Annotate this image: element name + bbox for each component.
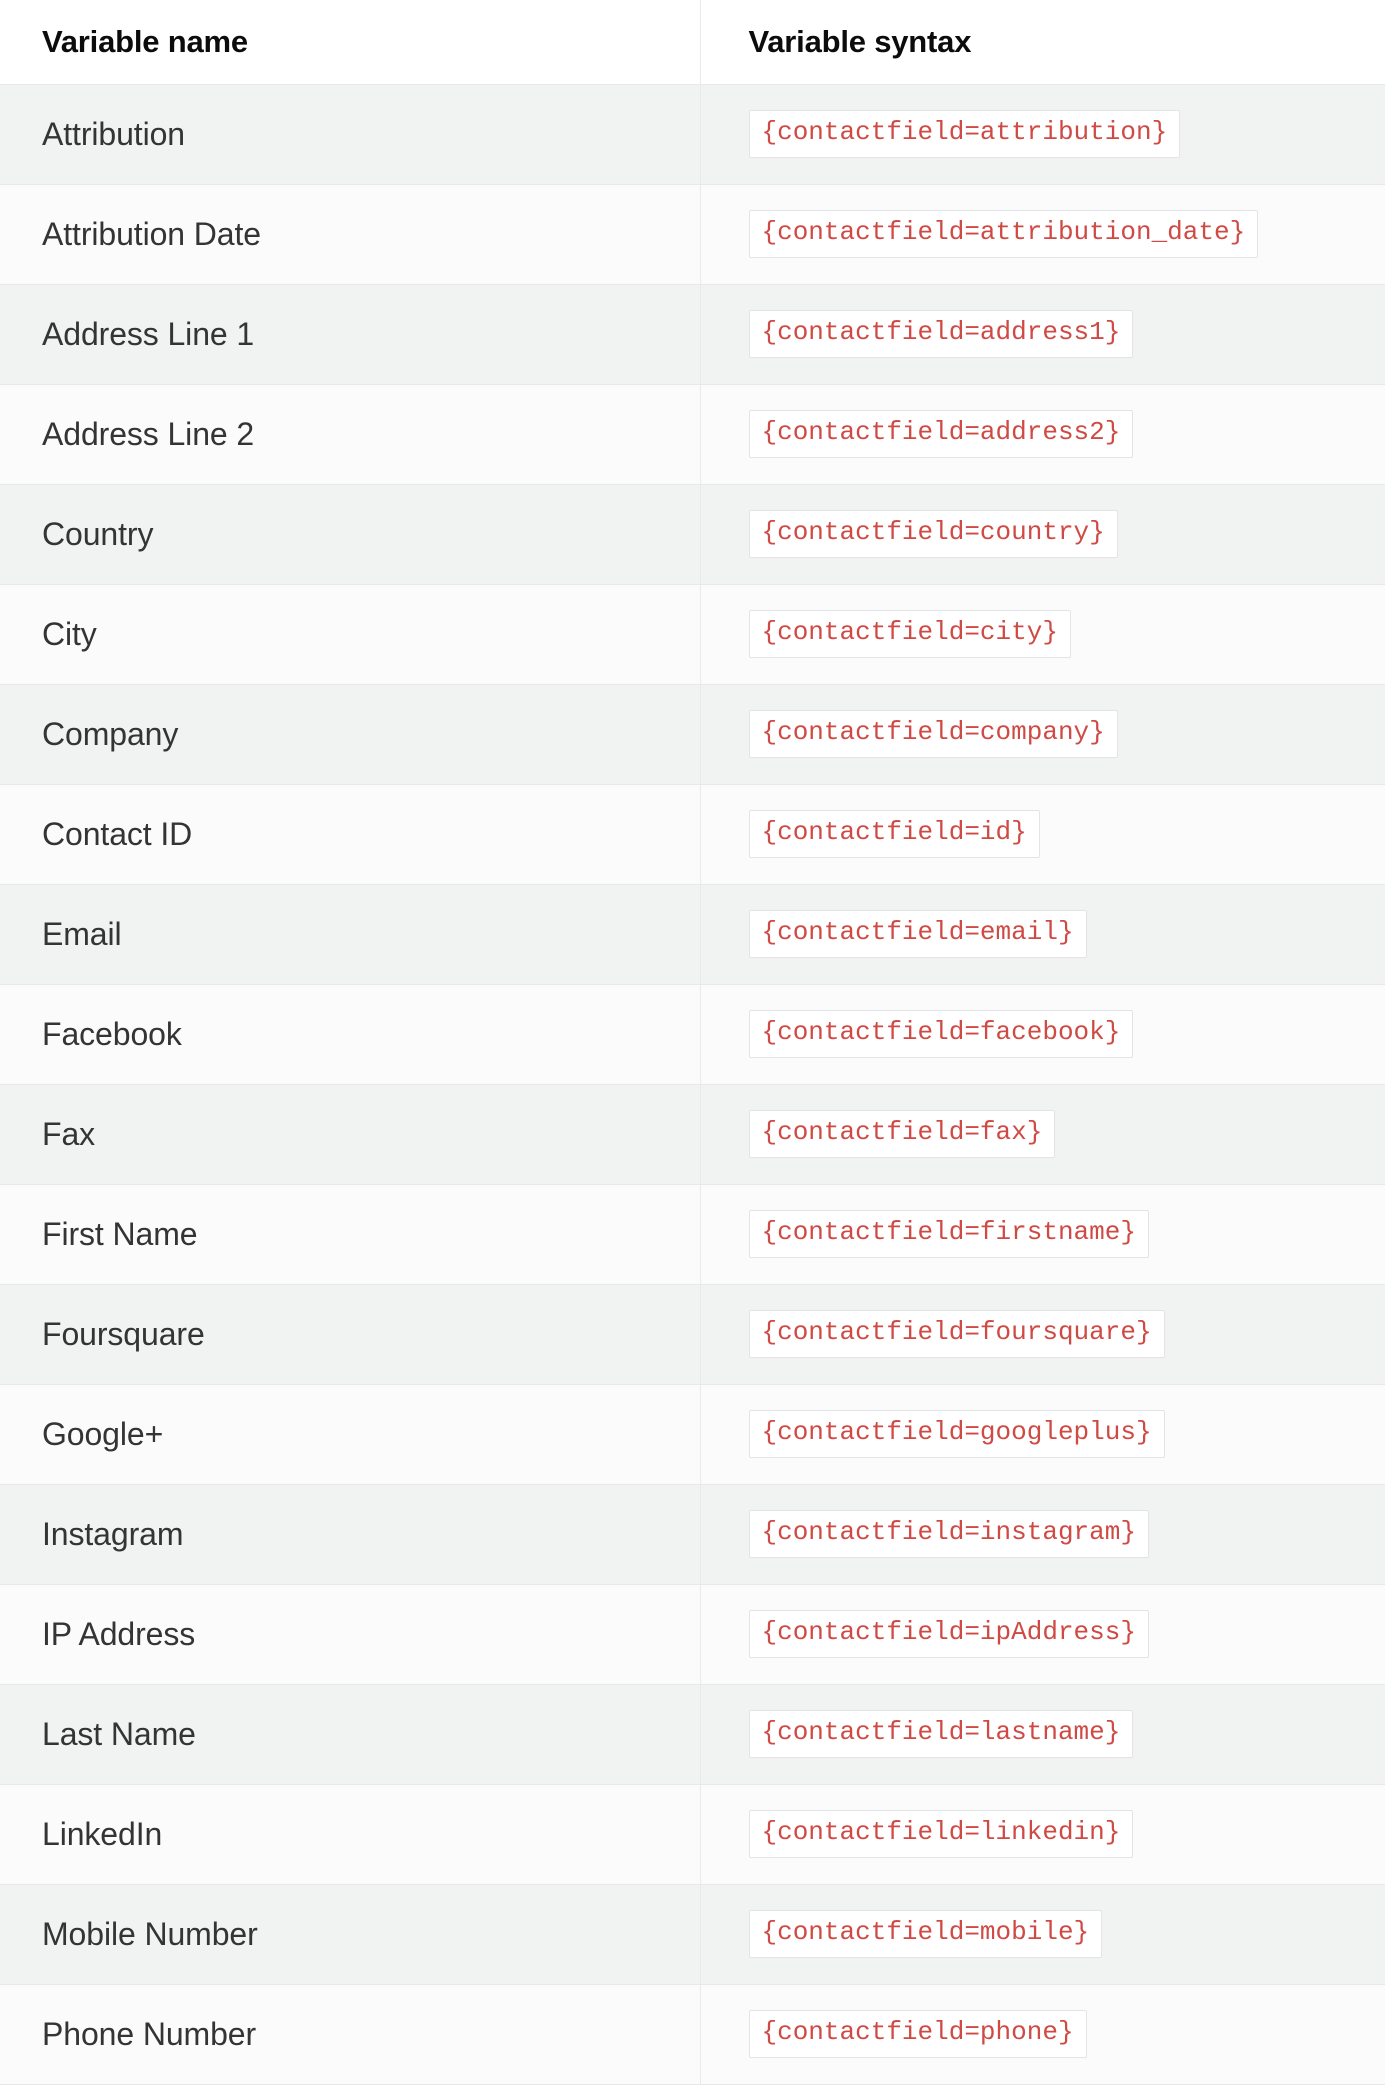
variable-syntax-cell: {contactfield=mobile}	[699, 1884, 1385, 1985]
variable-syntax-code[interactable]: {contactfield=email}	[748, 910, 1087, 958]
variable-syntax-code[interactable]: {contactfield=address1}	[748, 310, 1134, 358]
variable-syntax-code[interactable]: {contactfield=attribution_date}	[748, 210, 1259, 258]
variable-syntax-code[interactable]: {contactfield=fax}	[748, 1110, 1056, 1158]
table-row: Fax {contactfield=fax}	[0, 1084, 1385, 1185]
table-row: Company {contactfield=company}	[0, 684, 1385, 785]
table-row: Email {contactfield=email}	[0, 884, 1385, 985]
table-row: Country {contactfield=country}	[0, 484, 1385, 585]
table-row: Attribution {contactfield=attribution}	[0, 84, 1385, 185]
variable-name-cell: City	[0, 584, 700, 685]
variable-syntax-code[interactable]: {contactfield=phone}	[748, 2010, 1087, 2058]
variable-syntax-code[interactable]: {contactfield=address2}	[748, 410, 1134, 458]
variable-syntax-cell: {contactfield=fax}	[699, 1084, 1385, 1185]
table-row: Phone Number {contactfield=phone}	[0, 1984, 1385, 2085]
table-header: Variable name Variable syntax	[0, 0, 1385, 85]
variable-syntax-cell: {contactfield=attribution}	[699, 84, 1385, 185]
variable-syntax-cell: {contactfield=phone}	[699, 1984, 1385, 2085]
variable-syntax-cell: {contactfield=id}	[699, 784, 1385, 885]
variable-name-cell: Country	[0, 484, 700, 585]
variable-name-cell: Foursquare	[0, 1284, 700, 1385]
table-row: Last Name {contactfield=lastname}	[0, 1684, 1385, 1785]
column-header-variable-syntax: Variable syntax	[699, 0, 1385, 85]
column-header-variable-name: Variable name	[0, 0, 700, 85]
variable-name-cell: Company	[0, 684, 700, 785]
variable-syntax-cell: {contactfield=lastname}	[699, 1684, 1385, 1785]
table-row: Address Line 2 {contactfield=address2}	[0, 384, 1385, 485]
table-row: Google+ {contactfield=googleplus}	[0, 1384, 1385, 1485]
table-row: City {contactfield=city}	[0, 584, 1385, 685]
table-row: Foursquare {contactfield=foursquare}	[0, 1284, 1385, 1385]
variable-name-cell: Address Line 2	[0, 384, 700, 485]
variable-syntax-cell: {contactfield=city}	[699, 584, 1385, 685]
variable-name-cell: Fax	[0, 1084, 700, 1185]
variable-name-cell: Address Line 1	[0, 284, 700, 385]
variable-syntax-code[interactable]: {contactfield=foursquare}	[748, 1310, 1165, 1358]
variable-name-cell: Attribution	[0, 84, 700, 185]
variable-syntax-code[interactable]: {contactfield=linkedin}	[748, 1810, 1134, 1858]
table-row: Contact ID {contactfield=id}	[0, 784, 1385, 885]
table-row: LinkedIn {contactfield=linkedin}	[0, 1784, 1385, 1885]
variable-syntax-code[interactable]: {contactfield=lastname}	[748, 1710, 1134, 1758]
variable-reference-table: Variable name Variable syntax Attributio…	[0, 0, 1385, 2085]
variable-syntax-code[interactable]: {contactfield=id}	[748, 810, 1040, 858]
table-row: First Name {contactfield=firstname}	[0, 1184, 1385, 1285]
variable-name-cell: IP Address	[0, 1584, 700, 1685]
variable-syntax-code[interactable]: {contactfield=instagram}	[748, 1510, 1149, 1558]
variable-syntax-cell: {contactfield=ipAddress}	[699, 1584, 1385, 1685]
variable-syntax-cell: {contactfield=firstname}	[699, 1184, 1385, 1285]
variable-name-cell: Facebook	[0, 984, 700, 1085]
variable-name-cell: Contact ID	[0, 784, 700, 885]
variable-name-cell: Phone Number	[0, 1984, 700, 2085]
variable-syntax-code[interactable]: {contactfield=mobile}	[748, 1910, 1103, 1958]
table-row: Mobile Number {contactfield=mobile}	[0, 1884, 1385, 1985]
variable-name-cell: First Name	[0, 1184, 700, 1285]
variable-syntax-code[interactable]: {contactfield=ipAddress}	[748, 1610, 1149, 1658]
variable-syntax-code[interactable]: {contactfield=attribution}	[748, 110, 1181, 158]
variable-syntax-cell: {contactfield=attribution_date}	[699, 184, 1385, 285]
variable-syntax-code[interactable]: {contactfield=city}	[748, 610, 1071, 658]
variable-syntax-cell: {contactfield=linkedin}	[699, 1784, 1385, 1885]
variable-syntax-cell: {contactfield=googleplus}	[699, 1384, 1385, 1485]
variable-syntax-cell: {contactfield=email}	[699, 884, 1385, 985]
table-row: Facebook {contactfield=facebook}	[0, 984, 1385, 1085]
table-row: Attribution Date {contactfield=attributio…	[0, 184, 1385, 285]
table-body: Attribution {contactfield=attribution} Att…	[0, 84, 1385, 2085]
table-row: Instagram {contactfield=instagram}	[0, 1484, 1385, 1585]
variable-syntax-code[interactable]: {contactfield=googleplus}	[748, 1410, 1165, 1458]
variable-name-cell: Mobile Number	[0, 1884, 700, 1985]
variable-syntax-cell: {contactfield=instagram}	[699, 1484, 1385, 1585]
variable-name-cell: Email	[0, 884, 700, 985]
variable-syntax-code[interactable]: {contactfield=country}	[748, 510, 1118, 558]
variable-syntax-cell: {contactfield=country}	[699, 484, 1385, 585]
variable-syntax-code[interactable]: {contactfield=company}	[748, 710, 1118, 758]
variable-syntax-cell: {contactfield=facebook}	[699, 984, 1385, 1085]
table-row: IP Address {contactfield=ipAddress}	[0, 1584, 1385, 1685]
variable-syntax-code[interactable]: {contactfield=facebook}	[748, 1010, 1134, 1058]
table-row: Address Line 1 {contactfield=address1}	[0, 284, 1385, 385]
variable-syntax-cell: {contactfield=foursquare}	[699, 1284, 1385, 1385]
variable-syntax-cell: {contactfield=address2}	[699, 384, 1385, 485]
variable-syntax-cell: {contactfield=company}	[699, 684, 1385, 785]
variable-name-cell: Attribution Date	[0, 184, 700, 285]
variable-name-cell: Google+	[0, 1384, 700, 1485]
variable-syntax-code[interactable]: {contactfield=firstname}	[748, 1210, 1149, 1258]
table-header-row: Variable name Variable syntax	[0, 0, 1385, 85]
variable-name-cell: LinkedIn	[0, 1784, 700, 1885]
variable-syntax-cell: {contactfield=address1}	[699, 284, 1385, 385]
variable-name-cell: Last Name	[0, 1684, 700, 1785]
variable-name-cell: Instagram	[0, 1484, 700, 1585]
